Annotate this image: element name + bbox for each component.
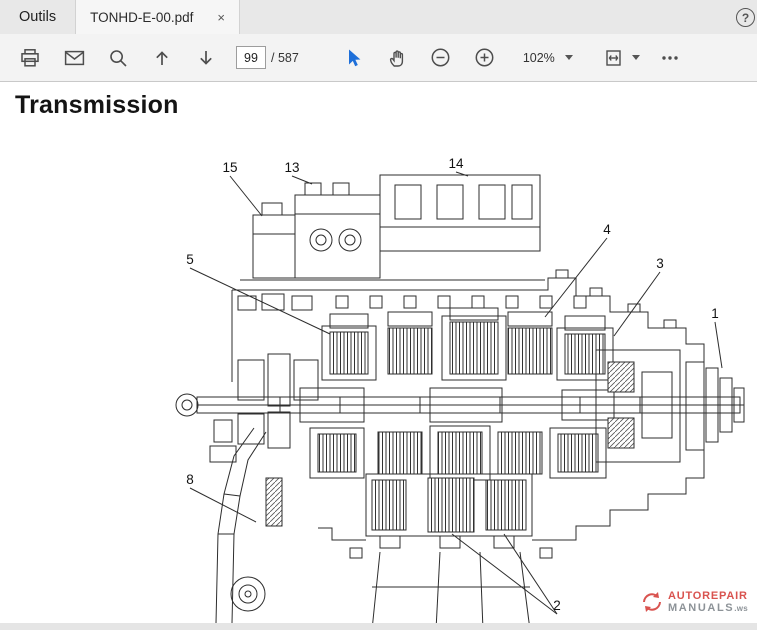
watermark-line2: MANUALS.ws <box>668 601 748 614</box>
zoom-in-button[interactable] <box>469 42 501 74</box>
hand-tool-button[interactable] <box>381 42 413 74</box>
zoom-out-button[interactable] <box>425 42 457 74</box>
next-page-button[interactable] <box>190 42 222 74</box>
watermark: AUTOREPAIR MANUALS.ws <box>640 590 748 614</box>
printer-icon <box>21 48 39 67</box>
callout-label: 5 <box>186 252 194 267</box>
callout-leader-line <box>503 533 558 615</box>
viewer-bottom-edge <box>0 623 757 630</box>
envelope-icon <box>64 50 84 65</box>
callout-label: 1 <box>711 306 719 321</box>
callout-label: 2 <box>553 598 561 613</box>
arrow-up-icon <box>156 50 168 65</box>
callout-leader-line <box>451 533 558 615</box>
callout-leader-line <box>189 487 257 523</box>
chevron-down-icon <box>564 55 573 60</box>
tab-outils-label: Outils <box>19 9 57 25</box>
callout-label: 8 <box>186 472 194 487</box>
select-tool-button[interactable] <box>337 42 369 74</box>
zoom-level-value: 102% <box>522 50 555 65</box>
print-button[interactable] <box>14 42 46 74</box>
ellipsis-icon <box>662 55 678 60</box>
plus-circle-icon <box>475 48 494 67</box>
callout-leader-line <box>613 271 661 337</box>
watermark-line1: AUTOREPAIR <box>668 589 748 602</box>
pdf-toolbar: / 587 102% <box>0 34 757 82</box>
search-button[interactable] <box>102 42 134 74</box>
autorepair-logo-icon <box>643 591 661 612</box>
more-options-button[interactable] <box>654 42 686 74</box>
page-total-label: / 587 <box>271 50 299 65</box>
page-fit-icon <box>606 49 621 66</box>
tab-bar: Outils TONHD-E-00.pdf × ? <box>0 0 757 35</box>
arrow-down-icon <box>200 50 212 65</box>
tab-document[interactable]: TONHD-E-00.pdf × <box>75 0 240 34</box>
transmission-diagram: 15 13 14431582 <box>175 156 745 630</box>
email-button[interactable] <box>58 42 90 74</box>
hand-icon <box>389 49 403 67</box>
close-icon[interactable]: × <box>217 10 225 25</box>
tab-outils[interactable]: Outils <box>0 0 75 34</box>
chevron-down-icon <box>631 55 640 60</box>
pdf-page: Transmission 15 13 14 4 3 1 5 8 2 AUTORE… <box>0 82 757 630</box>
tab-document-label: TONHD-E-00.pdf <box>90 9 194 25</box>
zoom-level-select[interactable]: 102% <box>517 47 579 69</box>
help-icon: ? <box>741 10 750 25</box>
search-icon <box>110 49 127 67</box>
callout-label: 3 <box>656 256 664 271</box>
page-number-input[interactable] <box>236 46 266 69</box>
cursor-arrow-icon <box>348 49 361 66</box>
callout-label: 13 <box>284 160 299 175</box>
callout-label: 15 <box>222 160 237 175</box>
help-button[interactable]: ? <box>736 8 755 27</box>
callout-leader-line <box>291 175 313 185</box>
page-display-options-button[interactable] <box>605 49 640 67</box>
callout-leader-line <box>714 321 723 369</box>
callout-label: 14 <box>448 156 464 171</box>
callout-leader-line <box>229 175 263 217</box>
callout-label: 4 <box>603 222 611 237</box>
previous-page-button[interactable] <box>146 42 178 74</box>
minus-circle-icon <box>431 48 450 67</box>
